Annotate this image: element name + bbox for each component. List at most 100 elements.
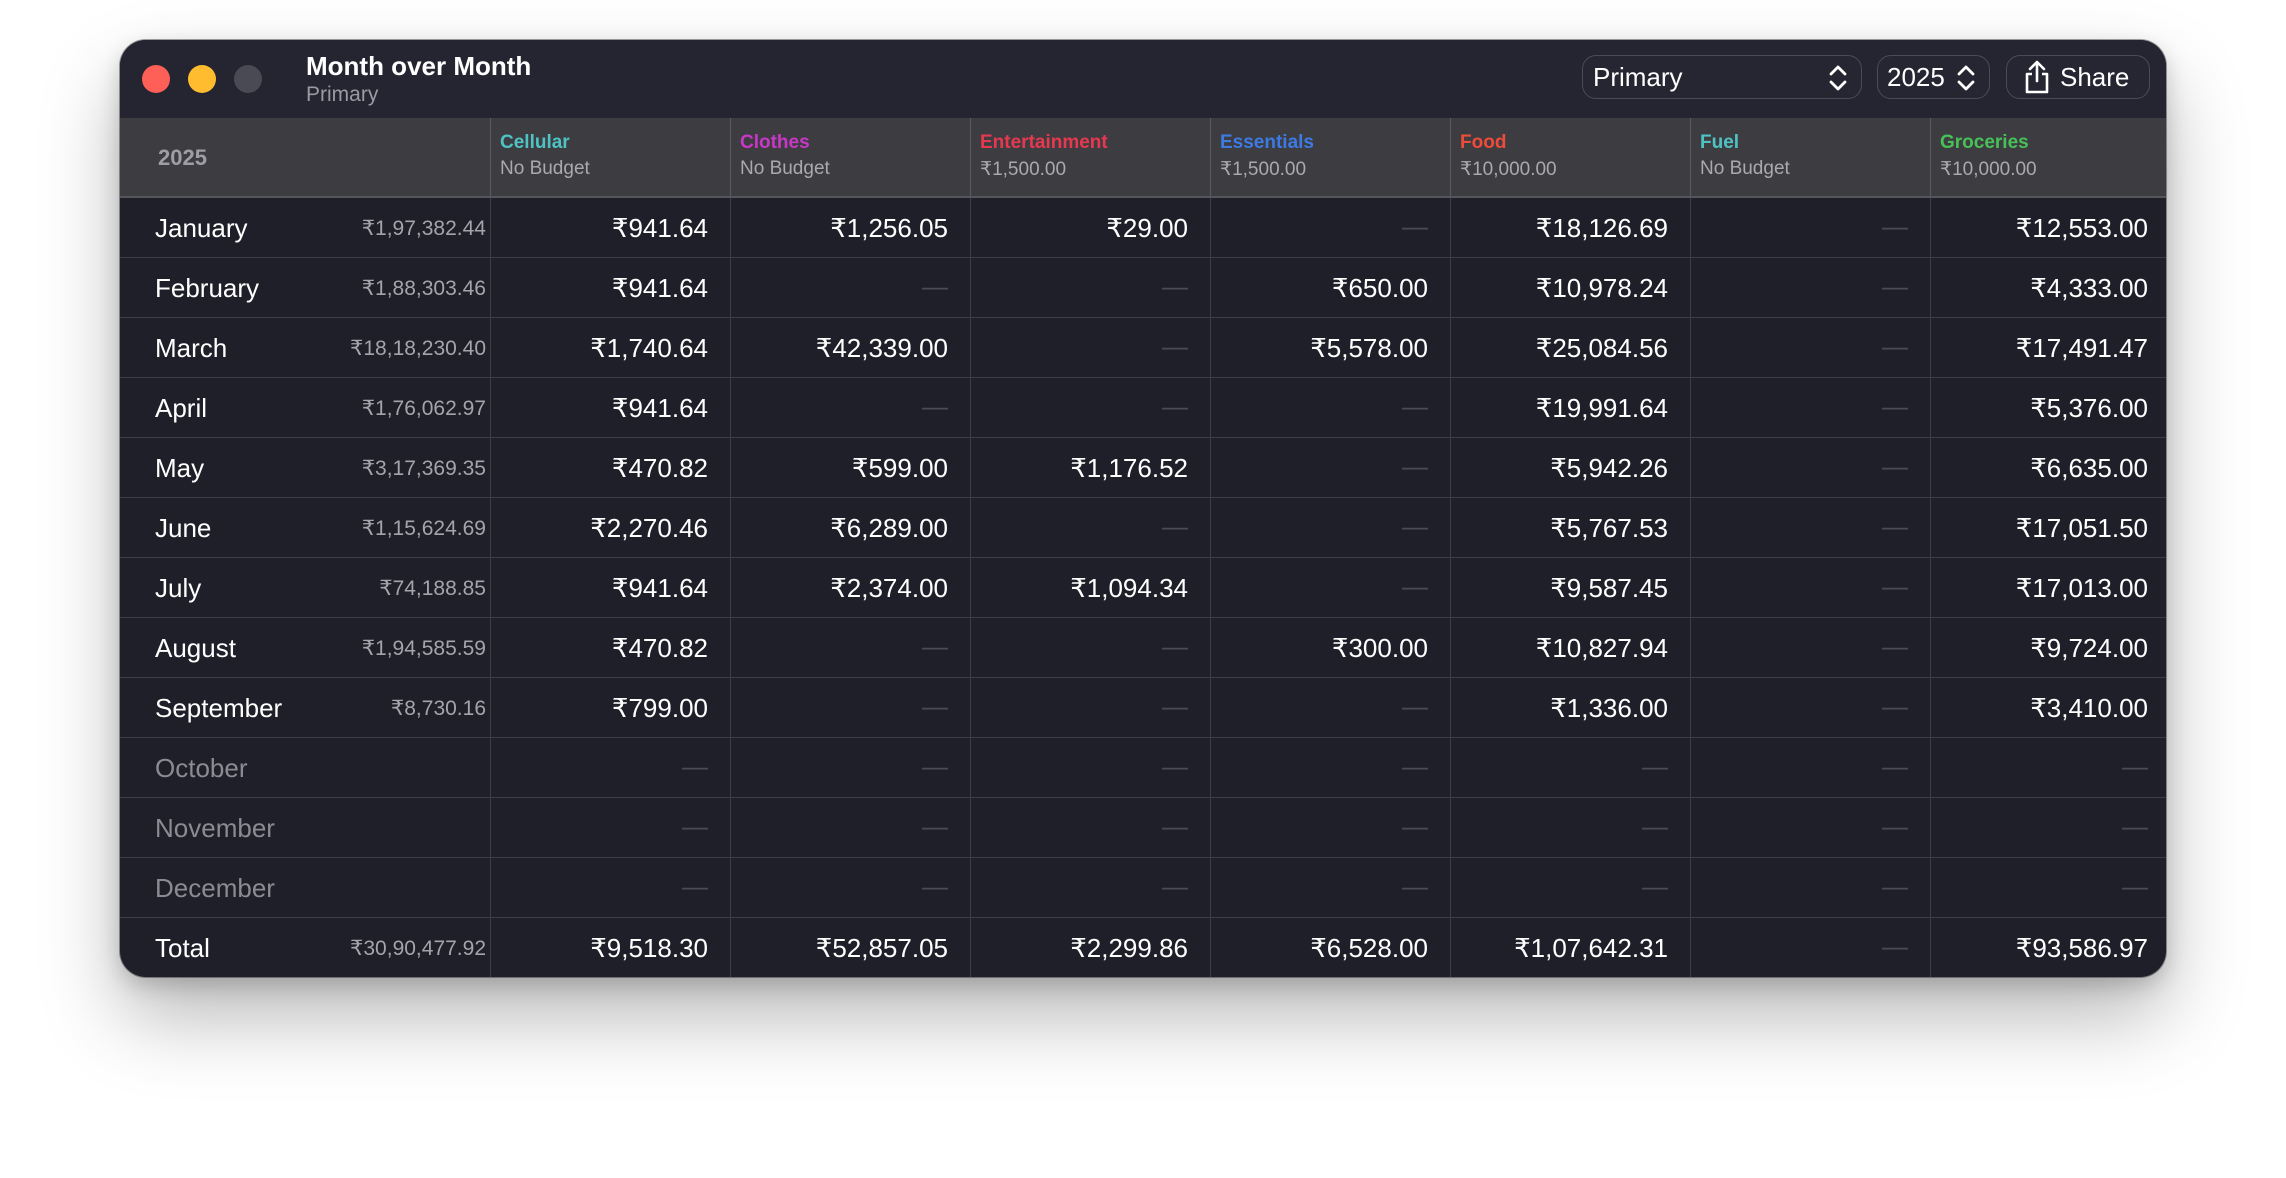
table-cell[interactable]: ₹1,094.34 [970, 558, 1210, 618]
table-cell[interactable]: — [970, 378, 1210, 438]
table-cell[interactable]: ₹1,07,642.31 [1450, 918, 1690, 977]
table-cell[interactable]: ₹6,635.00 [1930, 438, 2166, 498]
table-cell[interactable]: — [1210, 498, 1450, 558]
table-cell[interactable]: — [970, 798, 1210, 858]
table-cell[interactable]: — [1690, 618, 1930, 678]
table-cell[interactable]: — [490, 858, 730, 918]
table-cell[interactable]: ₹5,376.00 [1930, 378, 2166, 438]
table-cell[interactable]: ₹941.64 [490, 558, 730, 618]
table-cell[interactable]: ₹650.00 [1210, 258, 1450, 318]
table-cell[interactable]: ₹941.64 [490, 198, 730, 258]
table-cell[interactable]: ₹470.82 [490, 438, 730, 498]
table-cell[interactable]: — [970, 678, 1210, 738]
table-cell[interactable]: — [1930, 738, 2166, 798]
table-cell[interactable]: — [1690, 318, 1930, 378]
table-cell[interactable]: — [970, 618, 1210, 678]
table-cell[interactable]: — [1690, 198, 1930, 258]
table-cell[interactable]: ₹4,333.00 [1930, 258, 2166, 318]
column-header-fuel[interactable]: Fuel No Budget [1690, 118, 1931, 196]
table-cell[interactable]: ₹10,827.94 [1450, 618, 1690, 678]
table-cell[interactable]: ₹17,491.47 [1930, 318, 2166, 378]
table-cell[interactable]: — [1210, 198, 1450, 258]
column-header-essentials[interactable]: Essentials ₹1,500.00 [1210, 118, 1451, 196]
table-cell[interactable]: ₹17,013.00 [1930, 558, 2166, 618]
account-select[interactable]: Primary [1582, 55, 1862, 99]
share-button[interactable]: Share [2006, 55, 2150, 99]
table-cell[interactable]: ₹6,528.00 [1210, 918, 1450, 977]
table-cell[interactable]: — [1450, 798, 1690, 858]
table-cell[interactable]: ₹19,991.64 [1450, 378, 1690, 438]
table-cell[interactable]: — [1690, 498, 1930, 558]
table-cell[interactable]: — [730, 738, 970, 798]
table-cell[interactable]: — [970, 498, 1210, 558]
table-cell[interactable]: ₹29.00 [970, 198, 1210, 258]
table-cell[interactable]: ₹1,336.00 [1450, 678, 1690, 738]
table-cell[interactable]: — [1690, 258, 1930, 318]
table-cell[interactable]: ₹799.00 [490, 678, 730, 738]
table-cell[interactable]: ₹42,339.00 [730, 318, 970, 378]
table-cell[interactable]: — [970, 258, 1210, 318]
table-cell[interactable]: — [1690, 738, 1930, 798]
table-cell[interactable]: ₹5,578.00 [1210, 318, 1450, 378]
table-cell[interactable]: — [1450, 738, 1690, 798]
table-cell[interactable]: — [490, 798, 730, 858]
table-cell[interactable]: ₹9,518.30 [490, 918, 730, 977]
table-cell[interactable]: — [1690, 678, 1930, 738]
table-cell[interactable]: — [730, 378, 970, 438]
table-cell[interactable]: — [970, 858, 1210, 918]
table-cell[interactable]: ₹599.00 [730, 438, 970, 498]
table-cell[interactable]: ₹9,587.45 [1450, 558, 1690, 618]
table-cell[interactable]: — [970, 738, 1210, 798]
table-cell[interactable]: ₹2,299.86 [970, 918, 1210, 977]
table-cell[interactable]: — [730, 858, 970, 918]
column-header-cellular[interactable]: Cellular No Budget [490, 118, 731, 196]
zoom-window-button[interactable] [234, 65, 262, 93]
table-cell[interactable]: ₹5,767.53 [1450, 498, 1690, 558]
table-cell[interactable]: — [1210, 678, 1450, 738]
table-cell[interactable]: — [1690, 438, 1930, 498]
table-cell[interactable]: ₹1,176.52 [970, 438, 1210, 498]
table-cell[interactable]: — [730, 258, 970, 318]
table-cell[interactable]: — [1930, 798, 2166, 858]
table-cell[interactable]: ₹2,270.46 [490, 498, 730, 558]
table-cell[interactable]: ₹1,256.05 [730, 198, 970, 258]
minimize-window-button[interactable] [188, 65, 216, 93]
table-cell[interactable]: ₹17,051.50 [1930, 498, 2166, 558]
table-cell[interactable]: ₹1,740.64 [490, 318, 730, 378]
table-cell[interactable]: ₹52,857.05 [730, 918, 970, 977]
table-cell[interactable]: ₹93,586.97 [1930, 918, 2166, 977]
table-cell[interactable]: — [1210, 438, 1450, 498]
year-select[interactable]: 2025 [1877, 55, 1990, 99]
column-header-food[interactable]: Food ₹10,000.00 [1450, 118, 1691, 196]
table-cell[interactable]: — [490, 738, 730, 798]
table-cell[interactable]: ₹12,553.00 [1930, 198, 2166, 258]
table-cell[interactable]: ₹470.82 [490, 618, 730, 678]
table-cell[interactable]: — [730, 678, 970, 738]
table-cell[interactable]: — [1210, 798, 1450, 858]
table-cell[interactable]: — [970, 318, 1210, 378]
close-window-button[interactable] [142, 65, 170, 93]
table-cell[interactable]: — [1690, 858, 1930, 918]
table-cell[interactable]: ₹941.64 [490, 378, 730, 438]
table-cell[interactable]: — [1690, 558, 1930, 618]
table-cell[interactable]: — [1210, 558, 1450, 618]
table-cell[interactable]: ₹10,978.24 [1450, 258, 1690, 318]
table-cell[interactable]: — [1930, 858, 2166, 918]
table-cell[interactable]: — [1450, 858, 1690, 918]
table-cell[interactable]: — [1690, 378, 1930, 438]
table-cell[interactable]: ₹9,724.00 [1930, 618, 2166, 678]
column-header-entertainment[interactable]: Entertainment ₹1,500.00 [970, 118, 1211, 196]
table-cell[interactable]: ₹25,084.56 [1450, 318, 1690, 378]
table-cell[interactable]: ₹5,942.26 [1450, 438, 1690, 498]
table-cell[interactable]: — [730, 618, 970, 678]
column-header-clothes[interactable]: Clothes No Budget [730, 118, 971, 196]
table-cell[interactable]: ₹300.00 [1210, 618, 1450, 678]
table-cell[interactable]: — [1210, 858, 1450, 918]
table-cell[interactable]: — [1210, 738, 1450, 798]
column-header-groceries[interactable]: Groceries ₹10,000.00 [1930, 118, 2166, 196]
table-cell[interactable]: — [1690, 798, 1930, 858]
table-cell[interactable]: — [730, 798, 970, 858]
table-cell[interactable]: ₹3,410.00 [1930, 678, 2166, 738]
table-cell[interactable]: ₹2,374.00 [730, 558, 970, 618]
table-cell[interactable]: ₹6,289.00 [730, 498, 970, 558]
